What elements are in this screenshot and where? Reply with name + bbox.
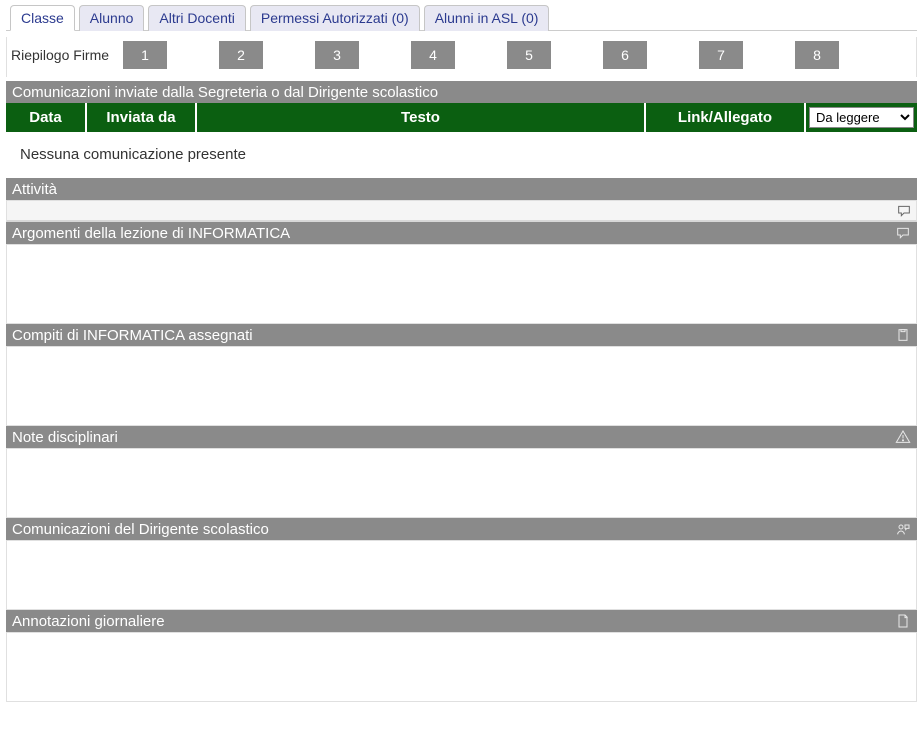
compiti-content — [6, 346, 917, 426]
communications-title: Comunicazioni inviate dalla Segreteria o… — [12, 84, 438, 101]
user-speech-icon[interactable] — [895, 521, 911, 537]
col-link: Link/Allegato — [645, 103, 805, 132]
col-status: Da leggere — [805, 103, 917, 132]
tab-asl[interactable]: Alunni in ASL (0) — [424, 5, 550, 31]
firme-slot-8[interactable]: 8 — [795, 41, 839, 69]
col-data: Data — [6, 103, 86, 132]
communications-header-row: Data Inviata da Testo Link/Allegato Da l… — [6, 103, 917, 132]
note-bar: Note disciplinari — [6, 426, 917, 448]
tab-altri-docenti[interactable]: Altri Docenti — [148, 5, 245, 31]
warning-icon[interactable] — [895, 429, 911, 445]
col-testo: Testo — [196, 103, 645, 132]
chat-icon[interactable] — [895, 225, 911, 241]
compiti-bar: Compiti di INFORMATICA assegnati — [6, 324, 917, 346]
communications-table: Data Inviata da Testo Link/Allegato Da l… — [6, 103, 917, 132]
annotazioni-bar: Annotazioni giornaliere — [6, 610, 917, 632]
argomenti-content — [6, 244, 917, 324]
tab-permessi[interactable]: Permessi Autorizzati (0) — [250, 5, 420, 31]
col-inviata: Inviata da — [86, 103, 196, 132]
tab-classe[interactable]: Classe — [10, 5, 75, 31]
communications-empty: Nessuna comunicazione presente — [6, 132, 917, 178]
firme-slot-5[interactable]: 5 — [507, 41, 551, 69]
annotazioni-content — [6, 632, 917, 702]
argomenti-bar: Argomenti della lezione di INFORMATICA — [6, 222, 917, 244]
firme-slot-6[interactable]: 6 — [603, 41, 647, 69]
firme-slot-1[interactable]: 1 — [123, 41, 167, 69]
main-tabs: Classe Alunno Altri Docenti Permessi Aut… — [6, 4, 917, 31]
chat-icon[interactable] — [896, 203, 912, 222]
firme-slot-3[interactable]: 3 — [315, 41, 359, 69]
firme-slot-2[interactable]: 2 — [219, 41, 263, 69]
annotazioni-label: Annotazioni giornaliere — [12, 613, 165, 630]
argomenti-label: Argomenti della lezione di INFORMATICA — [12, 225, 290, 242]
dirigente-label: Comunicazioni del Dirigente scolastico — [12, 521, 269, 538]
communications-title-bar: Comunicazioni inviate dalla Segreteria o… — [6, 81, 917, 103]
dirigente-content — [6, 540, 917, 610]
note-label: Note disciplinari — [12, 429, 118, 446]
note-content — [6, 448, 917, 518]
dirigente-bar: Comunicazioni del Dirigente scolastico — [6, 518, 917, 540]
compiti-label: Compiti di INFORMATICA assegnati — [12, 327, 253, 344]
firme-boxes: 1 2 3 4 5 6 7 8 — [123, 41, 914, 69]
firme-slot-7[interactable]: 7 — [699, 41, 743, 69]
note-page-icon[interactable] — [895, 613, 911, 629]
firme-label: Riepilogo Firme — [11, 47, 109, 63]
firme-slot-4[interactable]: 4 — [411, 41, 455, 69]
status-filter-select[interactable]: Da leggere — [809, 107, 914, 128]
tab-alunno[interactable]: Alunno — [79, 5, 145, 31]
firme-row: Riepilogo Firme 1 2 3 4 5 6 7 8 — [6, 37, 917, 77]
attivita-label: Attività — [12, 181, 57, 198]
attivita-content — [6, 200, 917, 222]
clipboard-icon[interactable] — [895, 327, 911, 343]
attivita-bar: Attività — [6, 178, 917, 200]
